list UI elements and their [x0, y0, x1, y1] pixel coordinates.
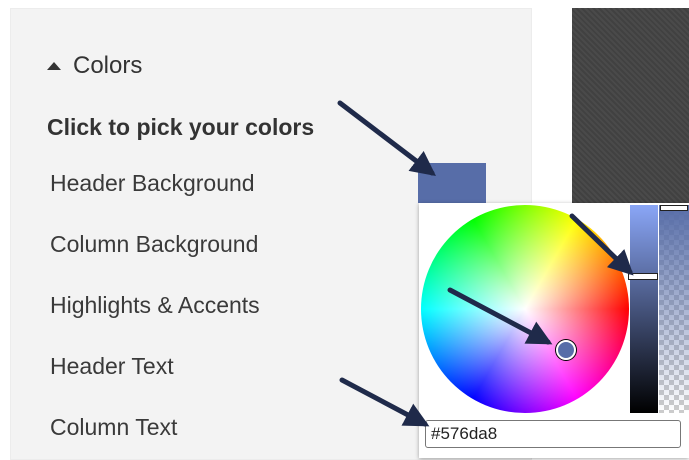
color-item-column-text[interactable]: Column Text [50, 414, 177, 441]
brightness-slider[interactable] [628, 205, 658, 413]
color-picker-popup [419, 203, 689, 458]
color-item-column-background[interactable]: Column Background [50, 231, 258, 258]
theme-preview [572, 8, 689, 206]
color-item-highlights-accents[interactable]: Highlights & Accents [50, 292, 260, 319]
header-background-swatch[interactable] [418, 163, 486, 203]
alpha-slider-handle[interactable] [660, 205, 688, 211]
hex-color-input[interactable] [425, 420, 681, 448]
color-item-header-background[interactable]: Header Background [50, 170, 255, 197]
brightness-slider-handle[interactable] [628, 273, 658, 280]
caret-up-icon [47, 62, 61, 70]
section-title: Colors [73, 52, 143, 79]
color-item-header-text[interactable]: Header Text [50, 353, 174, 380]
wheel-selector-handle[interactable] [556, 340, 576, 360]
instruction-heading: Click to pick your colors [47, 114, 315, 140]
hue-saturation-wheel[interactable] [421, 205, 629, 413]
alpha-slider[interactable] [659, 205, 689, 413]
colors-section-toggle[interactable]: Colors [47, 51, 142, 81]
